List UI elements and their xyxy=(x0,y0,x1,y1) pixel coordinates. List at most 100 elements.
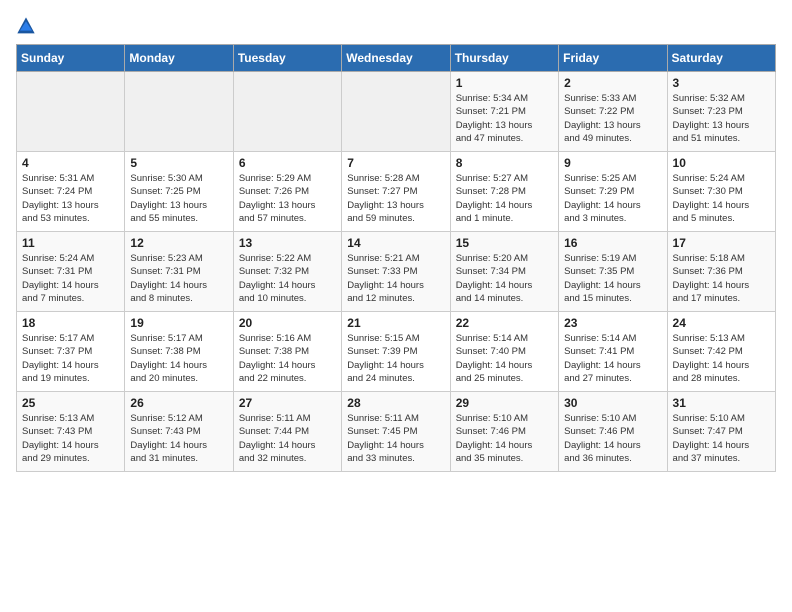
day-number: 28 xyxy=(347,396,444,410)
calendar-cell: 26 Sunrise: 5:12 AM Sunset: 7:43 PM Dayli… xyxy=(125,392,233,472)
day-number: 31 xyxy=(673,396,770,410)
day-number: 18 xyxy=(22,316,119,330)
day-number: 23 xyxy=(564,316,661,330)
calendar-cell: 7Sunrise: 5:28 AM Sunset: 7:27 PM Daylig… xyxy=(342,152,450,232)
calendar-table: SundayMondayTuesdayWednesdayThursdayFrid… xyxy=(16,44,776,472)
day-detail: Sunrise: 5:10 AM Sunset: 7:47 PM Dayligh… xyxy=(673,412,770,465)
calendar-cell: 25 Sunrise: 5:13 AM Sunset: 7:43 PM Dayli… xyxy=(17,392,125,472)
calendar-cell xyxy=(17,72,125,152)
day-detail: Sunrise: 5:13 AM Sunset: 7:42 PM Dayligh… xyxy=(673,332,770,385)
calendar-cell: 21 Sunrise: 5:15 AM Sunset: 7:39 PM Dayli… xyxy=(342,312,450,392)
day-detail: Sunrise: 5:28 AM Sunset: 7:27 PM Dayligh… xyxy=(347,172,444,225)
day-detail: Sunrise: 5:30 AM Sunset: 7:25 PM Dayligh… xyxy=(130,172,227,225)
calendar-cell: 8 Sunrise: 5:27 AM Sunset: 7:28 PM Daylig… xyxy=(450,152,558,232)
calendar-cell: 28 Sunrise: 5:11 AM Sunset: 7:45 PM Dayli… xyxy=(342,392,450,472)
header-sunday: Sunday xyxy=(17,45,125,72)
day-number: 1 xyxy=(456,76,553,90)
day-detail: Sunrise: 5:10 AM Sunset: 7:46 PM Dayligh… xyxy=(456,412,553,465)
header-thursday: Thursday xyxy=(450,45,558,72)
day-number: 14 xyxy=(347,236,444,250)
calendar-cell: 22 Sunrise: 5:14 AM Sunset: 7:40 PM Dayli… xyxy=(450,312,558,392)
calendar-cell: 13Sunrise: 5:22 AM Sunset: 7:32 PM Dayli… xyxy=(233,232,341,312)
day-number: 11 xyxy=(22,236,119,250)
day-number: 8 xyxy=(456,156,553,170)
day-detail: Sunrise: 5:15 AM Sunset: 7:39 PM Dayligh… xyxy=(347,332,444,385)
day-detail: Sunrise: 5:14 AM Sunset: 7:40 PM Dayligh… xyxy=(456,332,553,385)
day-detail: Sunrise: 5:24 AM Sunset: 7:31 PM Dayligh… xyxy=(22,252,119,305)
day-detail: Sunrise: 5:29 AM Sunset: 7:26 PM Dayligh… xyxy=(239,172,336,225)
logo xyxy=(16,16,40,36)
day-detail: Sunrise: 5:16 AM Sunset: 7:38 PM Dayligh… xyxy=(239,332,336,385)
day-number: 24 xyxy=(673,316,770,330)
day-number: 16 xyxy=(564,236,661,250)
day-number: 30 xyxy=(564,396,661,410)
day-number: 3 xyxy=(673,76,770,90)
calendar-cell xyxy=(125,72,233,152)
day-detail: Sunrise: 5:12 AM Sunset: 7:43 PM Dayligh… xyxy=(130,412,227,465)
header xyxy=(16,16,776,36)
day-number: 5 xyxy=(130,156,227,170)
day-detail: Sunrise: 5:17 AM Sunset: 7:38 PM Dayligh… xyxy=(130,332,227,385)
day-number: 21 xyxy=(347,316,444,330)
calendar-week-3: 11 Sunrise: 5:24 AM Sunset: 7:31 PM Dayli… xyxy=(17,232,776,312)
day-detail: Sunrise: 5:34 AM Sunset: 7:21 PM Dayligh… xyxy=(456,92,553,145)
day-detail: Sunrise: 5:31 AM Sunset: 7:24 PM Dayligh… xyxy=(22,172,119,225)
day-detail: Sunrise: 5:33 AM Sunset: 7:22 PM Dayligh… xyxy=(564,92,661,145)
calendar-cell: 29Sunrise: 5:10 AM Sunset: 7:46 PM Dayli… xyxy=(450,392,558,472)
day-detail: Sunrise: 5:19 AM Sunset: 7:35 PM Dayligh… xyxy=(564,252,661,305)
calendar-cell: 2Sunrise: 5:33 AM Sunset: 7:22 PM Daylig… xyxy=(559,72,667,152)
day-number: 25 xyxy=(22,396,119,410)
day-detail: Sunrise: 5:27 AM Sunset: 7:28 PM Dayligh… xyxy=(456,172,553,225)
day-detail: Sunrise: 5:11 AM Sunset: 7:44 PM Dayligh… xyxy=(239,412,336,465)
calendar-cell: 17 Sunrise: 5:18 AM Sunset: 7:36 PM Dayli… xyxy=(667,232,775,312)
day-detail: Sunrise: 5:32 AM Sunset: 7:23 PM Dayligh… xyxy=(673,92,770,145)
calendar-cell: 3 Sunrise: 5:32 AM Sunset: 7:23 PM Daylig… xyxy=(667,72,775,152)
day-detail: Sunrise: 5:24 AM Sunset: 7:30 PM Dayligh… xyxy=(673,172,770,225)
day-detail: Sunrise: 5:21 AM Sunset: 7:33 PM Dayligh… xyxy=(347,252,444,305)
day-number: 13 xyxy=(239,236,336,250)
calendar-cell: 1 Sunrise: 5:34 AM Sunset: 7:21 PM Daylig… xyxy=(450,72,558,152)
day-detail: Sunrise: 5:11 AM Sunset: 7:45 PM Dayligh… xyxy=(347,412,444,465)
calendar-week-1: 1 Sunrise: 5:34 AM Sunset: 7:21 PM Daylig… xyxy=(17,72,776,152)
calendar-cell: 30 Sunrise: 5:10 AM Sunset: 7:46 PM Dayli… xyxy=(559,392,667,472)
header-friday: Friday xyxy=(559,45,667,72)
day-number: 17 xyxy=(673,236,770,250)
header-wednesday: Wednesday xyxy=(342,45,450,72)
calendar-cell: 4Sunrise: 5:31 AM Sunset: 7:24 PM Daylig… xyxy=(17,152,125,232)
calendar-cell xyxy=(233,72,341,152)
day-detail: Sunrise: 5:23 AM Sunset: 7:31 PM Dayligh… xyxy=(130,252,227,305)
day-detail: Sunrise: 5:14 AM Sunset: 7:41 PM Dayligh… xyxy=(564,332,661,385)
calendar-cell xyxy=(342,72,450,152)
calendar-cell: 19 Sunrise: 5:17 AM Sunset: 7:38 PM Dayli… xyxy=(125,312,233,392)
day-detail: Sunrise: 5:13 AM Sunset: 7:43 PM Dayligh… xyxy=(22,412,119,465)
calendar-cell: 11 Sunrise: 5:24 AM Sunset: 7:31 PM Dayli… xyxy=(17,232,125,312)
calendar-cell: 15Sunrise: 5:20 AM Sunset: 7:34 PM Dayli… xyxy=(450,232,558,312)
calendar-week-2: 4Sunrise: 5:31 AM Sunset: 7:24 PM Daylig… xyxy=(17,152,776,232)
day-number: 27 xyxy=(239,396,336,410)
day-number: 19 xyxy=(130,316,227,330)
calendar-cell: 23 Sunrise: 5:14 AM Sunset: 7:41 PM Dayli… xyxy=(559,312,667,392)
day-number: 22 xyxy=(456,316,553,330)
calendar-week-4: 18 Sunrise: 5:17 AM Sunset: 7:37 PM Dayli… xyxy=(17,312,776,392)
calendar-header-row: SundayMondayTuesdayWednesdayThursdayFrid… xyxy=(17,45,776,72)
day-number: 20 xyxy=(239,316,336,330)
calendar-cell: 12 Sunrise: 5:23 AM Sunset: 7:31 PM Dayli… xyxy=(125,232,233,312)
day-detail: Sunrise: 5:25 AM Sunset: 7:29 PM Dayligh… xyxy=(564,172,661,225)
day-number: 15 xyxy=(456,236,553,250)
day-number: 12 xyxy=(130,236,227,250)
calendar-cell: 31 Sunrise: 5:10 AM Sunset: 7:47 PM Dayli… xyxy=(667,392,775,472)
calendar-cell: 27 Sunrise: 5:11 AM Sunset: 7:44 PM Dayli… xyxy=(233,392,341,472)
calendar-cell: 9Sunrise: 5:25 AM Sunset: 7:29 PM Daylig… xyxy=(559,152,667,232)
calendar-week-5: 25 Sunrise: 5:13 AM Sunset: 7:43 PM Dayli… xyxy=(17,392,776,472)
day-detail: Sunrise: 5:18 AM Sunset: 7:36 PM Dayligh… xyxy=(673,252,770,305)
day-number: 10 xyxy=(673,156,770,170)
day-detail: Sunrise: 5:10 AM Sunset: 7:46 PM Dayligh… xyxy=(564,412,661,465)
calendar-cell: 24 Sunrise: 5:13 AM Sunset: 7:42 PM Dayli… xyxy=(667,312,775,392)
day-detail: Sunrise: 5:17 AM Sunset: 7:37 PM Dayligh… xyxy=(22,332,119,385)
day-number: 6 xyxy=(239,156,336,170)
calendar-cell: 6 Sunrise: 5:29 AM Sunset: 7:26 PM Daylig… xyxy=(233,152,341,232)
calendar-cell: 5 Sunrise: 5:30 AM Sunset: 7:25 PM Daylig… xyxy=(125,152,233,232)
day-number: 26 xyxy=(130,396,227,410)
calendar-cell: 16 Sunrise: 5:19 AM Sunset: 7:35 PM Dayli… xyxy=(559,232,667,312)
header-monday: Monday xyxy=(125,45,233,72)
